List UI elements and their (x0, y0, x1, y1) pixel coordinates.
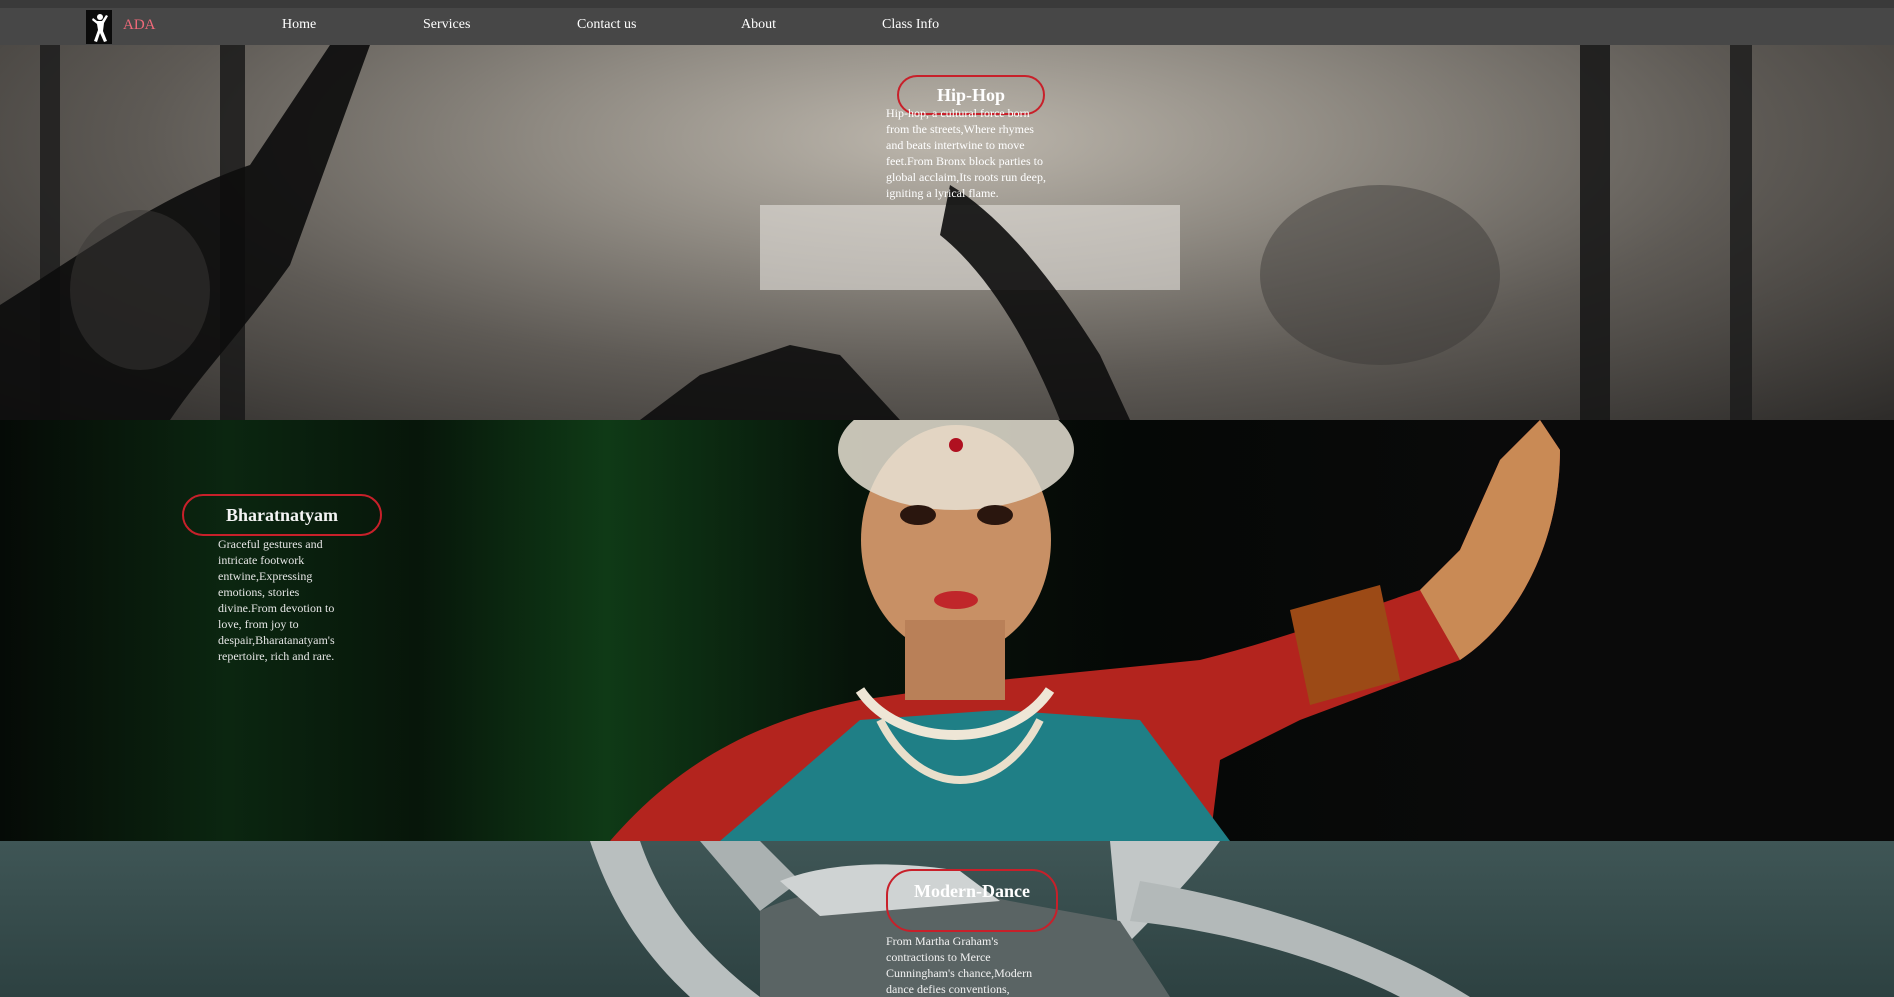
modern-dance-title: Modern-Dance (886, 869, 1058, 932)
nav-services[interactable]: Services (423, 17, 470, 33)
bharatnatyam-description: Graceful gestures and intricate footwork… (218, 537, 335, 663)
bharatnatyam-section: Bharatnatyam Graceful gestures and intri… (0, 420, 1894, 841)
modern-dance-description: From Martha Graham's contractions to Mer… (886, 934, 1033, 996)
dancer-logo-icon[interactable] (86, 10, 112, 44)
modern-dance-section: Modern-Dance From Martha Graham's contra… (0, 841, 1894, 997)
nav-contact-us[interactable]: Contact us (577, 17, 637, 33)
hiphop-description: Hip-hop, a cultural force born from the … (886, 106, 1046, 200)
hiphop-section: Hip-Hop Hip-hop, a cultural force born f… (0, 45, 1894, 420)
nav-about[interactable]: About (741, 17, 776, 33)
navbar: ADA Home Services Contact us About Class… (0, 8, 1894, 45)
top-strip (0, 0, 1894, 8)
nav-home[interactable]: Home (282, 17, 316, 33)
bharatnatyam-title: Bharatnatyam (182, 494, 382, 536)
brand-name[interactable]: ADA (123, 17, 156, 34)
nav-class-info[interactable]: Class Info (882, 17, 939, 33)
